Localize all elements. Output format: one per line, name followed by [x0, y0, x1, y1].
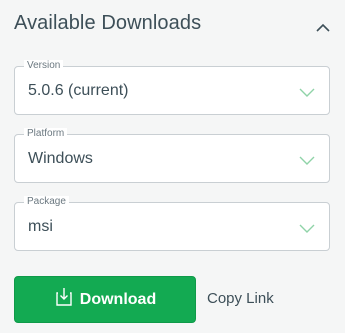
- copy-link-button[interactable]: Copy Link: [207, 290, 274, 307]
- package-value: msi: [28, 218, 53, 235]
- version-value: 5.0.6 (current): [28, 82, 129, 99]
- platform-value: Windows: [28, 150, 93, 167]
- package-label: Package: [24, 196, 69, 208]
- section-title: Available Downloads: [14, 12, 202, 34]
- download-button[interactable]: Download: [14, 276, 196, 323]
- downloads-header: Available Downloads: [14, 10, 334, 40]
- platform-select[interactable]: Platform Windows: [14, 128, 330, 183]
- download-icon: [56, 288, 72, 306]
- platform-label: Platform: [24, 128, 68, 140]
- chevron-up-icon: [316, 23, 330, 32]
- chevron-down-icon: [299, 224, 315, 233]
- chevron-down-icon: [299, 88, 315, 97]
- version-select[interactable]: Version 5.0.6 (current): [14, 60, 330, 115]
- collapse-button[interactable]: [312, 18, 334, 38]
- chevron-down-icon: [299, 156, 315, 165]
- version-label: Version: [24, 60, 64, 72]
- download-button-label: Download: [79, 290, 157, 308]
- package-select[interactable]: Package msi: [14, 196, 330, 251]
